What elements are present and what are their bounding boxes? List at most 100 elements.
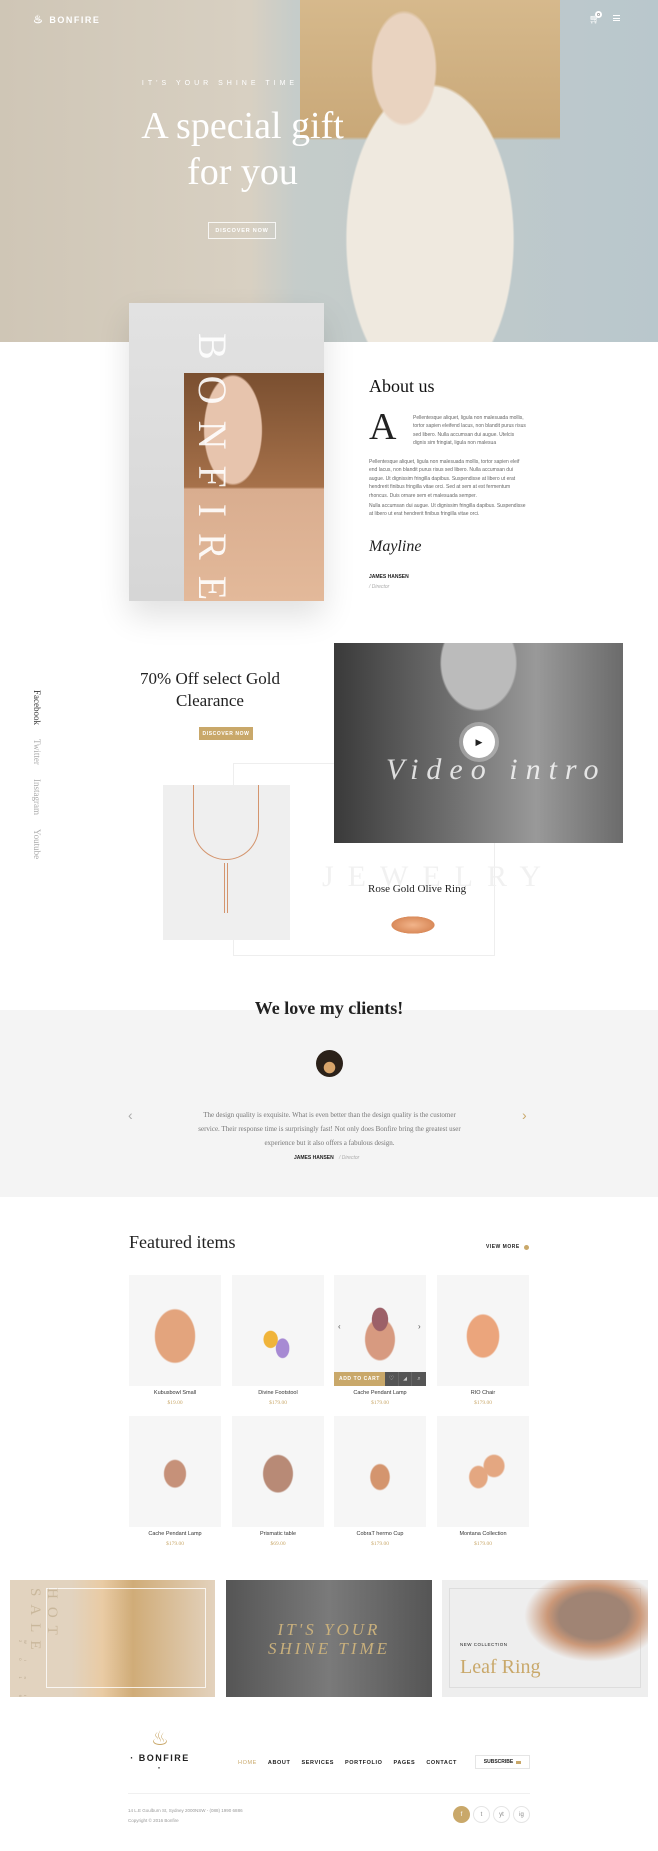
promo-title: 70% Off select Gold Clearance: [140, 669, 280, 710]
footer-logo[interactable]: ♨ · BONFIRE ·: [128, 1728, 192, 1773]
new-collection-label: NEW COLLECTION: [460, 1642, 508, 1647]
nav-contact[interactable]: CONTACT: [426, 1760, 457, 1766]
nav-about[interactable]: ABOUT: [268, 1760, 291, 1766]
product-next-arrow[interactable]: ›: [418, 1322, 421, 1331]
product-image[interactable]: [232, 1416, 324, 1527]
product-image[interactable]: [334, 1275, 426, 1386]
facebook-icon[interactable]: f: [453, 1806, 470, 1823]
social-link-twitter[interactable]: Twitter: [32, 739, 42, 765]
about-paragraph-3: Nulla accumsan dui augue. Ut dignissim f…: [369, 503, 526, 518]
twitter-icon[interactable]: t: [473, 1806, 490, 1823]
product-name[interactable]: Montana Collection: [437, 1531, 529, 1537]
view-more-icon: [523, 1244, 529, 1250]
bonfire-logo-icon: ♨: [33, 14, 45, 26]
testimonial-title: We love my clients!: [254, 998, 404, 1018]
hero-section: ♨ BONFIRE 🛒︎ 0 IT'S YOUR SHINE TIME A sp…: [0, 0, 658, 342]
product-name[interactable]: Prismatic table: [232, 1531, 324, 1537]
social-vertical-links: Facebook Twitter Instagram Youtube: [32, 690, 42, 873]
product-price: $179.00: [371, 1541, 389, 1547]
product-price: $179.00: [371, 1400, 389, 1406]
product-name[interactable]: Cache Pendant Lamp: [129, 1531, 221, 1537]
product-price: $179.00: [166, 1541, 184, 1547]
product-name[interactable]: Divine Footstool: [232, 1390, 324, 1396]
testimonial-name: JAMES HANSEN: [294, 1155, 334, 1161]
nav-pages[interactable]: PAGES: [393, 1760, 415, 1766]
product-name[interactable]: Cache Pendant Lamp: [334, 1390, 426, 1396]
product-price: $19.00: [167, 1400, 183, 1406]
product-price: $179.00: [474, 1541, 492, 1547]
about-author-role: / Director: [369, 584, 390, 590]
footer-copyright: Copyright © 2016 Bonfire: [128, 1818, 179, 1823]
youtube-icon[interactable]: yt: [493, 1806, 510, 1823]
hot-sale-text: HOT SALE: [27, 1588, 60, 1658]
ring-title: Rose Gold Olive Ring: [368, 883, 467, 895]
about-image-card: BONFIRE: [129, 303, 324, 601]
next-arrow[interactable]: ›: [522, 1107, 527, 1123]
about-vertical-text: BONFIRE: [190, 333, 235, 601]
nav-services[interactable]: SERVICES: [301, 1760, 334, 1766]
view-more-link[interactable]: VIEW MORE: [486, 1244, 529, 1250]
footer-social: f t yt ig: [453, 1806, 530, 1823]
promo-discover-button[interactable]: DISCOVER NOW: [199, 727, 253, 740]
product-name[interactable]: CobraT hermo Cup: [334, 1531, 426, 1537]
bonfire-logo-icon: ♨: [151, 1728, 169, 1750]
discover-now-button[interactable]: DISCOVER NOW: [208, 222, 276, 239]
banner-shine-time[interactable]: IT'S YOUR SHINE TIME: [226, 1580, 432, 1697]
product-price: $179.00: [474, 1400, 492, 1406]
testimonial-section: ‹ › The design quality is exquisite. Wha…: [0, 1010, 658, 1197]
client-avatar: [316, 1050, 343, 1077]
product-name[interactable]: RIO Chair: [437, 1390, 529, 1396]
leaf-ring-title: Leaf Ring: [460, 1656, 541, 1678]
footer-divider: [128, 1793, 530, 1794]
product-image[interactable]: [232, 1275, 324, 1386]
product-image[interactable]: [129, 1275, 221, 1386]
hero-title: A special gift for you: [141, 105, 344, 193]
olive-ring-image: [388, 915, 438, 935]
necklace-image: [163, 785, 290, 940]
subscribe-button[interactable]: SUBSCRIBE: [475, 1755, 530, 1769]
about-paragraph-2: Pellentesque aliquet, ligula non malesua…: [369, 459, 520, 499]
product-price: $179.00: [269, 1400, 287, 1406]
instagram-icon[interactable]: ig: [513, 1806, 530, 1823]
signature: Mayline: [369, 538, 422, 555]
compare-icon[interactable]: ◢: [399, 1372, 412, 1386]
nav-portfolio[interactable]: PORTFOLIO: [345, 1760, 382, 1766]
about-dropcap: A: [369, 406, 397, 448]
video-label: Video intro: [386, 753, 607, 786]
footer-address: 14 L.E Goulburn St, Sydney 2000NSW - (08…: [128, 1808, 243, 1813]
product-name[interactable]: Kubusbowl Small: [129, 1390, 221, 1396]
product-image[interactable]: [437, 1275, 529, 1386]
testimonial-quote: The design quality is exquisite. What is…: [198, 1111, 461, 1147]
about-title: About us: [369, 376, 435, 396]
footer-nav: HOME ABOUT SERVICES PORTFOLIO PAGES CONT…: [238, 1760, 468, 1766]
prev-arrow[interactable]: ‹: [128, 1107, 133, 1123]
shine-time-text: IT'S YOUR SHINE TIME: [267, 1620, 391, 1658]
product-image[interactable]: [129, 1416, 221, 1527]
product-prev-arrow[interactable]: ‹: [338, 1322, 341, 1331]
add-to-cart-button[interactable]: ADD TO CART: [334, 1372, 385, 1386]
nav-home[interactable]: HOME: [238, 1760, 257, 1766]
quick-view-icon[interactable]: ⌕: [412, 1372, 426, 1386]
social-link-instagram[interactable]: Instagram: [32, 779, 42, 815]
cart-button[interactable]: 🛒︎ 0: [589, 11, 602, 25]
wishlist-icon[interactable]: ♡: [385, 1372, 399, 1386]
play-icon: ▶: [475, 736, 483, 747]
brand-logo[interactable]: ♨ BONFIRE: [33, 13, 100, 26]
social-link-youtube[interactable]: Youtube: [32, 829, 42, 859]
mail-icon: [516, 1760, 522, 1764]
hot-sale-sub: Winter 2016: [18, 1640, 28, 1697]
banner-leaf-ring[interactable]: NEW COLLECTION Leaf Ring: [442, 1580, 648, 1697]
about-paragraph-1: Pellentesque aliquet, ligula non malesua…: [413, 415, 526, 447]
menu-icon[interactable]: [613, 15, 620, 21]
banner-hot-sale[interactable]: HOT SALE Winter 2016: [10, 1580, 215, 1697]
testimonial-role: / Director: [339, 1155, 360, 1161]
hero-tagline: IT'S YOUR SHINE TIME: [141, 80, 299, 87]
video-intro[interactable]: ▶ Video intro: [334, 643, 623, 843]
featured-title: Featured items: [129, 1232, 236, 1252]
about-author-name: JAMES HANSEN: [369, 574, 409, 580]
product-price: $69.00: [270, 1541, 286, 1547]
product-image[interactable]: [334, 1416, 426, 1527]
social-link-facebook[interactable]: Facebook: [32, 690, 42, 725]
cart-count-badge: 0: [595, 11, 602, 18]
product-image[interactable]: [437, 1416, 529, 1527]
